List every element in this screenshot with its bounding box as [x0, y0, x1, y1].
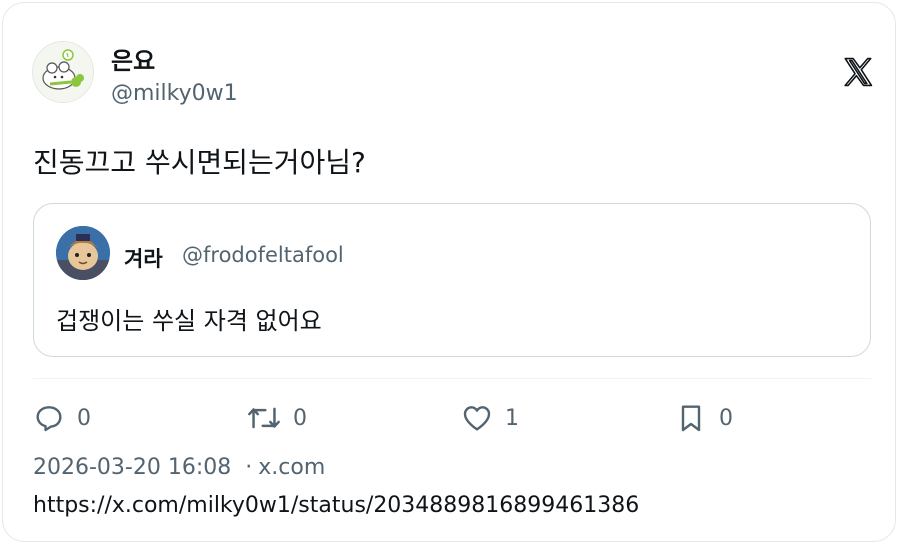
quoted-tweet[interactable]: 겨라 @frodofeltafool 겁쟁이는 쑤실 자격 없어요	[33, 203, 871, 357]
tweet-meta: 2026-03-20 16:08 · x.com	[33, 455, 325, 480]
like-button[interactable]: 1	[461, 401, 519, 435]
tweet-timestamp[interactable]: 2026-03-20 16:08	[33, 455, 231, 480]
bookmark-button[interactable]: 0	[675, 401, 733, 435]
heart-icon	[463, 406, 491, 431]
quoted-author-avatar[interactable]	[56, 226, 110, 280]
quoted-text: 겁쟁이는 쑤실 자격 없어요	[56, 307, 322, 335]
reply-count: 0	[77, 405, 91, 431]
meta-separator: ·	[245, 455, 253, 480]
author-display-name[interactable]: 은요	[111, 41, 155, 76]
quoted-avatar-image	[56, 226, 110, 280]
x-logo-icon[interactable]	[841, 55, 875, 89]
author-avatar-image	[33, 42, 93, 102]
quoted-display-name[interactable]: 겨라	[124, 243, 163, 273]
tweet-card: 은요 @milky0w1 진동끄고 쑤시면되는거아님? 겨라 @frodofel…	[2, 2, 896, 542]
tweet-url-link[interactable]: https://x.com/milky0w1/status/2034889816…	[33, 493, 639, 518]
retweet-button[interactable]: 0	[247, 401, 307, 435]
reply-button[interactable]: 0	[33, 401, 91, 435]
actions-divider	[33, 378, 871, 379]
bookmark-count: 0	[719, 405, 733, 431]
author-handle[interactable]: @milky0w1	[111, 81, 238, 106]
quoted-handle[interactable]: @frodofeltafool	[182, 243, 344, 267]
reply-icon	[36, 406, 62, 432]
tweet-source[interactable]: x.com	[258, 455, 325, 480]
tweet-text: 진동끄고 쑤시면되는거아님?	[33, 146, 366, 179]
author-avatar[interactable]	[32, 41, 94, 103]
bookmark-icon	[681, 405, 701, 432]
like-count: 1	[505, 405, 519, 431]
retweet-count: 0	[293, 405, 307, 431]
retweet-icon	[248, 407, 280, 429]
